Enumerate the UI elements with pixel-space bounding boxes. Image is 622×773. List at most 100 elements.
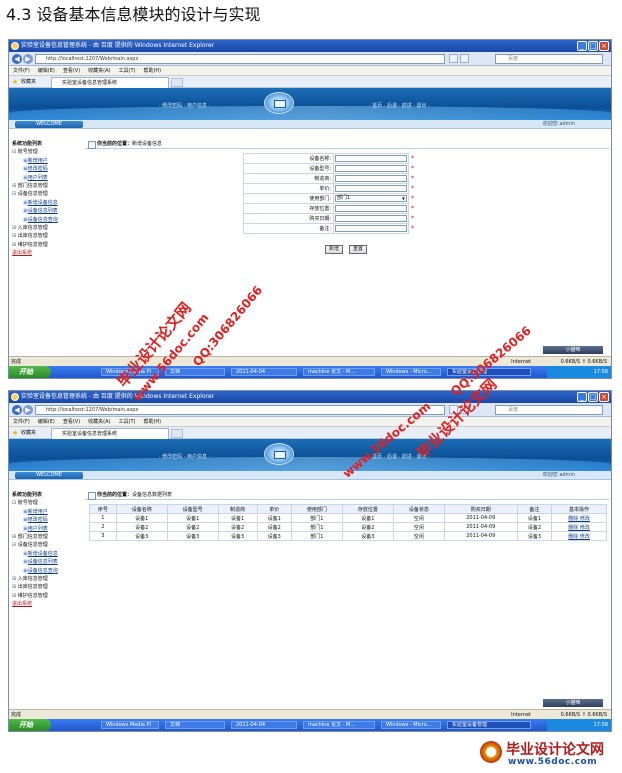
menu-file[interactable]: 文件(F) (13, 417, 30, 426)
row-actions-link[interactable]: 删除 修改 (551, 531, 607, 541)
add-button[interactable]: 新增 (325, 245, 343, 254)
sidebar-group-maintenance[interactable]: 维护信息管理 (9, 592, 83, 600)
forward-icon[interactable]: ▶ (23, 405, 33, 415)
sidebar-item-change-password[interactable]: 修改密码 (9, 516, 83, 524)
menu-tools[interactable]: 工具(T) (119, 417, 136, 426)
banner-nav-left[interactable]: · 修改密码 · 用户信息 · (159, 453, 210, 460)
browser-tab[interactable]: 实验室设备信息管理系统 (51, 428, 169, 439)
banner-nav-right[interactable]: · 首页 · 后退 · 前进 · 退出 · (369, 453, 430, 460)
start-button[interactable]: 开始 (9, 366, 51, 378)
search-input[interactable]: 百度 (495, 405, 603, 415)
favorites-label[interactable]: 收藏夹 (21, 427, 36, 439)
sidebar-group-maintenance[interactable]: 维护信息管理 (9, 241, 83, 249)
manufacturer-input[interactable] (335, 175, 407, 182)
taskbar-item[interactable]: 文档 (165, 721, 225, 729)
sidebar-item-add-device[interactable]: 新增设备信息 (9, 550, 83, 558)
form-row: 制造商: * (243, 173, 417, 184)
sidebar-group-device[interactable]: 设备信息管理 (9, 190, 83, 198)
sidebar-group-department[interactable]: 部门信息管理 (9, 533, 83, 541)
menu-help[interactable]: 帮助(H) (143, 417, 161, 426)
location-input[interactable] (335, 205, 407, 212)
start-button[interactable]: 开始 (9, 719, 51, 731)
menu-view[interactable]: 查看(V) (63, 417, 80, 426)
stop-icon[interactable] (460, 54, 469, 63)
back-icon[interactable]: ◀ (12, 54, 22, 64)
device-model-input[interactable] (335, 165, 407, 172)
sidebar-logout[interactable]: 退出系统 (9, 600, 83, 608)
xiaomiao-widget[interactable]: 小猫咪 (543, 699, 603, 707)
close-icon[interactable]: × (599, 392, 609, 402)
back-icon[interactable]: ◀ (12, 405, 22, 415)
sidebar-item-device-list[interactable]: 设备信息列表 (9, 558, 83, 566)
purchase-date-input[interactable] (335, 215, 407, 222)
sidebar-group-stock-out[interactable]: 出库信息管理 (9, 232, 83, 240)
sidebar-item-user-list[interactable]: 用户列表 (9, 174, 83, 182)
search-input[interactable]: 百度 (495, 54, 603, 64)
sidebar-item-user-list[interactable]: 用户列表 (9, 525, 83, 533)
favorites-star-icon[interactable]: ★ (12, 76, 18, 88)
taskbar-item[interactable]: 文档 (165, 368, 225, 376)
new-tab-button[interactable] (171, 78, 183, 87)
minimize-icon[interactable]: _ (577, 392, 587, 402)
xiaomiao-widget[interactable]: 小猫咪 (543, 346, 603, 354)
menu-edit[interactable]: 编辑(E) (38, 66, 55, 75)
banner-nav-right[interactable]: · 首页 · 后退 · 前进 · 退出 · (369, 102, 430, 109)
menu-view[interactable]: 查看(V) (63, 66, 80, 75)
row-actions-link[interactable]: 删除 修改 (551, 522, 607, 532)
sidebar-group-device[interactable]: 设备信息管理 (9, 541, 83, 549)
taskbar-item[interactable]: Windows - Micro... (381, 721, 441, 729)
taskbar-item[interactable]: Windows Media Pl (101, 721, 159, 729)
taskbar-item[interactable]: 2011-04-04 (231, 721, 297, 729)
refresh-icon[interactable] (449, 54, 458, 63)
menu-tools[interactable]: 工具(T) (119, 66, 136, 75)
reset-button[interactable]: 重置 (349, 245, 367, 254)
refresh-icon[interactable] (449, 405, 458, 414)
sidebar-item-add-device[interactable]: 新增设备信息 (9, 199, 83, 207)
taskbar-item[interactable]: 2011-04-04 (231, 368, 297, 376)
sidebar-item-device-query[interactable]: 设备信息查询 (9, 216, 83, 224)
taskbar-item[interactable]: machine 论文 - M... (303, 368, 375, 376)
favorites-label[interactable]: 收藏夹 (21, 76, 36, 88)
sidebar-group-department[interactable]: 部门信息管理 (9, 182, 83, 190)
device-name-input[interactable] (335, 155, 407, 162)
sidebar-item-add-user[interactable]: 新增用户 (9, 508, 83, 516)
sidebar-item-device-query[interactable]: 设备信息查询 (9, 567, 83, 575)
menu-favorites[interactable]: 收藏夹(A) (88, 66, 110, 75)
price-input[interactable] (335, 185, 407, 192)
taskbar-item[interactable]: Windows - Micro... (381, 368, 441, 376)
table-cell: 空闲 (392, 531, 445, 541)
taskbar-item-active[interactable]: 实验室设备管理 (447, 721, 531, 729)
maximize-icon[interactable]: □ (588, 392, 598, 402)
forward-icon[interactable]: ▶ (23, 54, 33, 64)
sidebar-group-account[interactable]: 账号管理 (9, 148, 83, 156)
remark-input[interactable] (335, 225, 407, 232)
sidebar-item-change-password[interactable]: 修改密码 (9, 165, 83, 173)
address-input[interactable]: http://localhost:1207/Web/main.aspx (35, 405, 445, 415)
sidebar-group-stock-out[interactable]: 出库信息管理 (9, 583, 83, 591)
taskbar-item-active[interactable]: 实验室设备管理 (447, 368, 531, 376)
address-input[interactable]: http://localhost:1207/Web/main.aspx (35, 54, 445, 64)
banner-nav-left[interactable]: · 修改密码 · 用户信息 · (159, 102, 210, 109)
row-actions-link[interactable]: 删除 修改 (551, 513, 607, 523)
sidebar-group-account[interactable]: 账号管理 (9, 499, 83, 507)
menu-help[interactable]: 帮助(H) (143, 66, 161, 75)
minimize-icon[interactable]: _ (577, 41, 587, 51)
breadcrumb-current: 设备信息数据列表 (132, 492, 173, 498)
taskbar-item[interactable]: Windows Media Pl (101, 368, 159, 376)
stop-icon[interactable] (460, 405, 469, 414)
sidebar-group-stock-in[interactable]: 入库信息管理 (9, 575, 83, 583)
sidebar-logout[interactable]: 退出系统 (9, 249, 83, 257)
browser-tab[interactable]: 实验室设备信息管理系统 (51, 77, 169, 88)
menu-favorites[interactable]: 收藏夹(A) (88, 417, 110, 426)
close-icon[interactable]: × (599, 41, 609, 51)
taskbar-item[interactable]: machine 论文 - M... (303, 721, 375, 729)
new-tab-button[interactable] (171, 429, 183, 438)
maximize-icon[interactable]: □ (588, 41, 598, 51)
sidebar-item-device-list[interactable]: 设备信息列表 (9, 207, 83, 215)
department-select[interactable]: 部门1 (335, 195, 407, 202)
sidebar-group-stock-in[interactable]: 入库信息管理 (9, 224, 83, 232)
sidebar-item-add-user[interactable]: 新增用户 (9, 157, 83, 165)
favorites-star-icon[interactable]: ★ (12, 427, 18, 439)
menu-file[interactable]: 文件(F) (13, 66, 30, 75)
menu-edit[interactable]: 编辑(E) (38, 417, 55, 426)
